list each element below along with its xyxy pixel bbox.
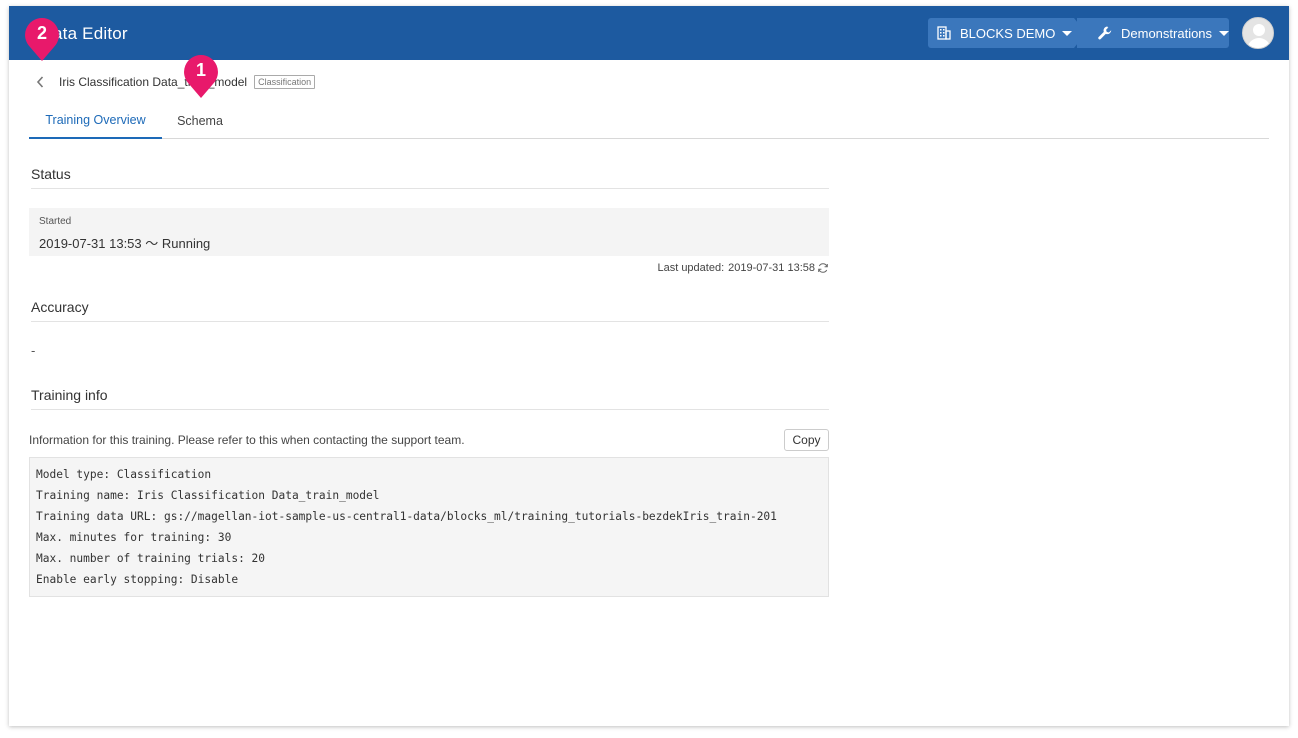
- accuracy-value: -: [31, 343, 36, 358]
- status-panel: Started 2019-07-31 13:53 ～ Running: [29, 208, 829, 256]
- chevron-left-icon: [36, 76, 44, 88]
- annotation-marker-2: 2: [23, 17, 61, 61]
- annotation-marker-1: 1: [182, 54, 220, 98]
- training-info-description: Information for this training. Please re…: [29, 433, 465, 447]
- refresh-icon[interactable]: [817, 262, 829, 274]
- code-line: Training name: Iris Classification Data_…: [36, 489, 380, 502]
- last-updated-value: 2019-07-31 13:58: [728, 262, 815, 274]
- code-line: Max. minutes for training: 30: [36, 531, 232, 544]
- tab-training-overview[interactable]: Training Overview: [29, 102, 162, 139]
- chevron-down-icon: [1219, 30, 1230, 36]
- accuracy-section-title: Accuracy: [31, 299, 829, 322]
- annotation-number: 1: [195, 60, 206, 80]
- avatar[interactable]: [1242, 17, 1274, 49]
- started-label: Started: [39, 216, 72, 227]
- breadcrumb: Iris Classification Data_train_model Cla…: [35, 72, 316, 92]
- building-icon: [936, 25, 952, 41]
- code-line: Model type: Classification: [36, 468, 212, 481]
- started-value: 2019-07-31 13:53 ～ Running: [39, 236, 211, 251]
- project-label: Demonstrations: [1121, 25, 1213, 41]
- code-line: Enable early stopping: Disable: [36, 573, 239, 586]
- app-title: ata Editor: [53, 24, 128, 43]
- code-line: Training data URL: gs://magellan-iot-sam…: [36, 510, 777, 523]
- training-info-section-title: Training info: [31, 387, 829, 410]
- organization-label: BLOCKS DEMO: [960, 25, 1056, 41]
- code-line: Max. number of training trials: 20: [36, 552, 266, 565]
- top-bar: ata Editor BLOCKS DEMO Demonstrations: [9, 6, 1289, 60]
- last-updated: Last updated: 2019-07-31 13:58: [657, 262, 829, 274]
- copy-button[interactable]: Copy: [784, 429, 829, 451]
- app-window: ata Editor BLOCKS DEMO Demonstrations Ir…: [9, 6, 1289, 726]
- chevron-down-icon: [1062, 30, 1073, 36]
- project-selector[interactable]: Demonstrations: [1077, 18, 1230, 48]
- model-type-badge: Classification: [254, 75, 316, 89]
- last-updated-label: Last updated:: [657, 262, 725, 274]
- training-info-code: Model type: Classification Training name…: [29, 457, 829, 597]
- status-section-title: Status: [31, 166, 829, 189]
- organization-selector[interactable]: BLOCKS DEMO: [928, 18, 1086, 48]
- annotation-number: 2: [36, 23, 47, 43]
- wrench-icon: [1097, 25, 1113, 41]
